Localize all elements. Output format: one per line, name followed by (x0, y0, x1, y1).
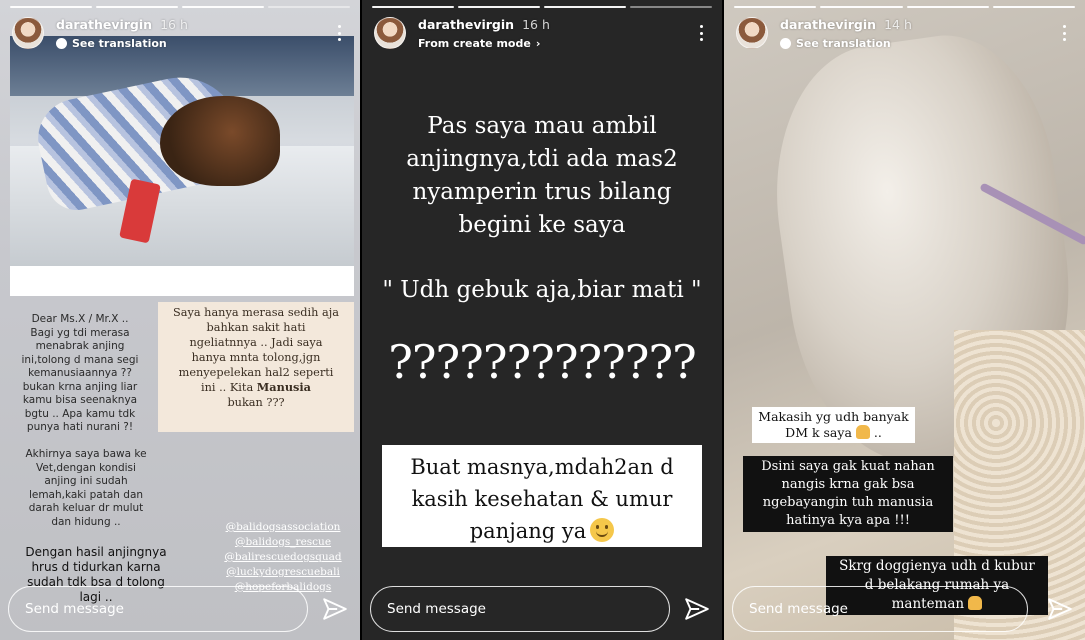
username[interactable]: darathevirgin 16 h (56, 17, 188, 32)
story-progress-bar (734, 6, 1075, 8)
send-icon[interactable] (1047, 596, 1073, 622)
story-text-main: Pas saya mau ambil anjingnya,tdi ada mas… (406, 113, 678, 238)
globe-icon (56, 38, 67, 49)
post-time: 16 h (522, 17, 550, 32)
see-translation-link[interactable]: See translation (56, 37, 167, 50)
story-header: darathevirgin 16 h From create mode › (374, 17, 712, 53)
story-text-left: Dear Ms.X / Mr.X .. Bagi yg tdi merasa m… (21, 313, 139, 433)
send-message-input[interactable]: Send message (370, 586, 670, 632)
mention-tag[interactable]: @balidogsassociation (222, 520, 344, 535)
post-time: 16 h (160, 17, 188, 32)
globe-icon (780, 38, 791, 49)
story-panel-2[interactable]: darathevirgin 16 h From create mode › Pas … (362, 0, 722, 640)
send-icon[interactable] (684, 596, 710, 622)
caption-crying: Dsini saya gak kuat nahan nangis krna ga… (743, 456, 953, 532)
avatar[interactable] (374, 17, 406, 49)
story-panel-3[interactable]: darathevirgin 14 h See translation Makasi… (724, 0, 1085, 640)
chevron-right-icon: › (535, 37, 541, 50)
story-progress-bar (10, 6, 350, 8)
story-note-box: Saya hanya merasa sedih aja bahkan sakit… (158, 302, 354, 432)
send-message-input[interactable]: Send message (732, 586, 1028, 632)
story-text-vet: Akhirnya saya bawa ke Vet,dengan kondisi… (25, 448, 147, 528)
send-icon[interactable] (322, 596, 348, 622)
see-translation-link[interactable]: See translation (780, 37, 891, 50)
mention-tag[interactable]: @balidogs_rescue (222, 535, 344, 550)
story-text-question-marks: ????????????? (388, 335, 697, 389)
avatar[interactable] (12, 17, 44, 49)
caption-thanks: Makasih yg udh banyak DM k saya .. (752, 407, 915, 443)
mention-tags: @balidogsassociation @balidogs_rescue @b… (222, 520, 344, 595)
more-options-icon[interactable] (694, 23, 708, 43)
story-text-quote: " Udh gebuk aja,biar mati " (382, 277, 702, 303)
username[interactable]: darathevirgin 14 h (780, 17, 912, 32)
more-options-icon[interactable] (1057, 23, 1071, 43)
mention-tag[interactable]: @balirescuedogsquad (222, 550, 344, 565)
story-footer: Send message (370, 586, 712, 634)
story-header: darathevirgin 14 h See translation (736, 17, 1075, 53)
story-footer: Send message (732, 586, 1075, 634)
story-panel-1[interactable]: darathevirgin 16 h See translation Dear M… (0, 0, 360, 640)
smiley-icon (590, 518, 615, 542)
send-message-input[interactable]: Send message (8, 586, 308, 632)
story-header: darathevirgin 16 h See translation (12, 17, 350, 53)
injured-dog-photo (10, 36, 354, 296)
mention-tag[interactable]: @luckydogrescuebali (222, 565, 344, 580)
story-footer: Send message (8, 586, 350, 634)
username[interactable]: darathevirgin 16 h (418, 17, 550, 32)
avatar[interactable] (736, 17, 768, 49)
post-time: 14 h (884, 17, 912, 32)
more-options-icon[interactable] (332, 23, 346, 43)
story-progress-bar (372, 6, 712, 8)
create-mode-link[interactable]: From create mode › (418, 37, 540, 50)
praying-hands-icon (855, 425, 870, 439)
story-text-box: Buat masnya,mdah2an d kasih kesehatan & … (382, 445, 702, 547)
